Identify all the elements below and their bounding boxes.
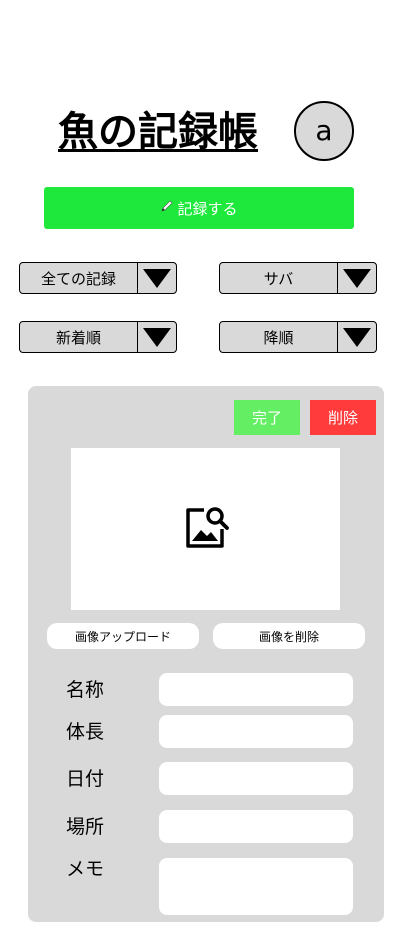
name-label: 名称 xyxy=(66,679,105,701)
remove-image-button[interactable]: 画像を削除 xyxy=(213,623,365,649)
dropdown-arrow-icon[interactable] xyxy=(337,263,376,293)
record-button[interactable]: 記録する xyxy=(44,187,354,229)
date-label: 日付 xyxy=(66,768,105,790)
select-value: サバ xyxy=(263,269,294,288)
avatar-letter: a xyxy=(315,114,333,147)
date-field[interactable] xyxy=(159,762,353,795)
sort-key-select[interactable]: 新着順 xyxy=(19,321,177,353)
record-button-label: 記録する xyxy=(177,199,238,218)
image-preview[interactable] xyxy=(71,448,340,610)
dropdown-arrow-icon[interactable] xyxy=(337,322,376,352)
length-field[interactable] xyxy=(159,715,353,748)
done-button[interactable]: 完了 xyxy=(234,400,300,435)
page-title: 魚の記録帳 xyxy=(58,109,258,155)
sort-order-select[interactable]: 降順 xyxy=(219,321,377,353)
place-field[interactable] xyxy=(159,810,353,843)
dropdown-arrow-icon[interactable] xyxy=(137,322,176,352)
select-value: 新着順 xyxy=(55,328,101,347)
avatar[interactable]: a xyxy=(294,101,354,161)
name-field[interactable] xyxy=(159,673,353,706)
record-filter-select[interactable]: 全ての記録 xyxy=(19,262,177,294)
memo-field[interactable] xyxy=(159,858,353,915)
fish-type-select[interactable]: サバ xyxy=(219,262,377,294)
upload-image-button[interactable]: 画像アップロード xyxy=(47,623,199,649)
length-label: 体長 xyxy=(66,721,105,743)
delete-button[interactable]: 削除 xyxy=(310,400,376,435)
pencil-icon xyxy=(160,199,174,217)
memo-label: メモ xyxy=(66,858,105,880)
place-label: 場所 xyxy=(66,816,105,838)
select-value: 降順 xyxy=(263,328,294,347)
select-value: 全ての記録 xyxy=(40,269,116,288)
image-search-icon xyxy=(182,503,230,555)
dropdown-arrow-icon[interactable] xyxy=(137,263,176,293)
